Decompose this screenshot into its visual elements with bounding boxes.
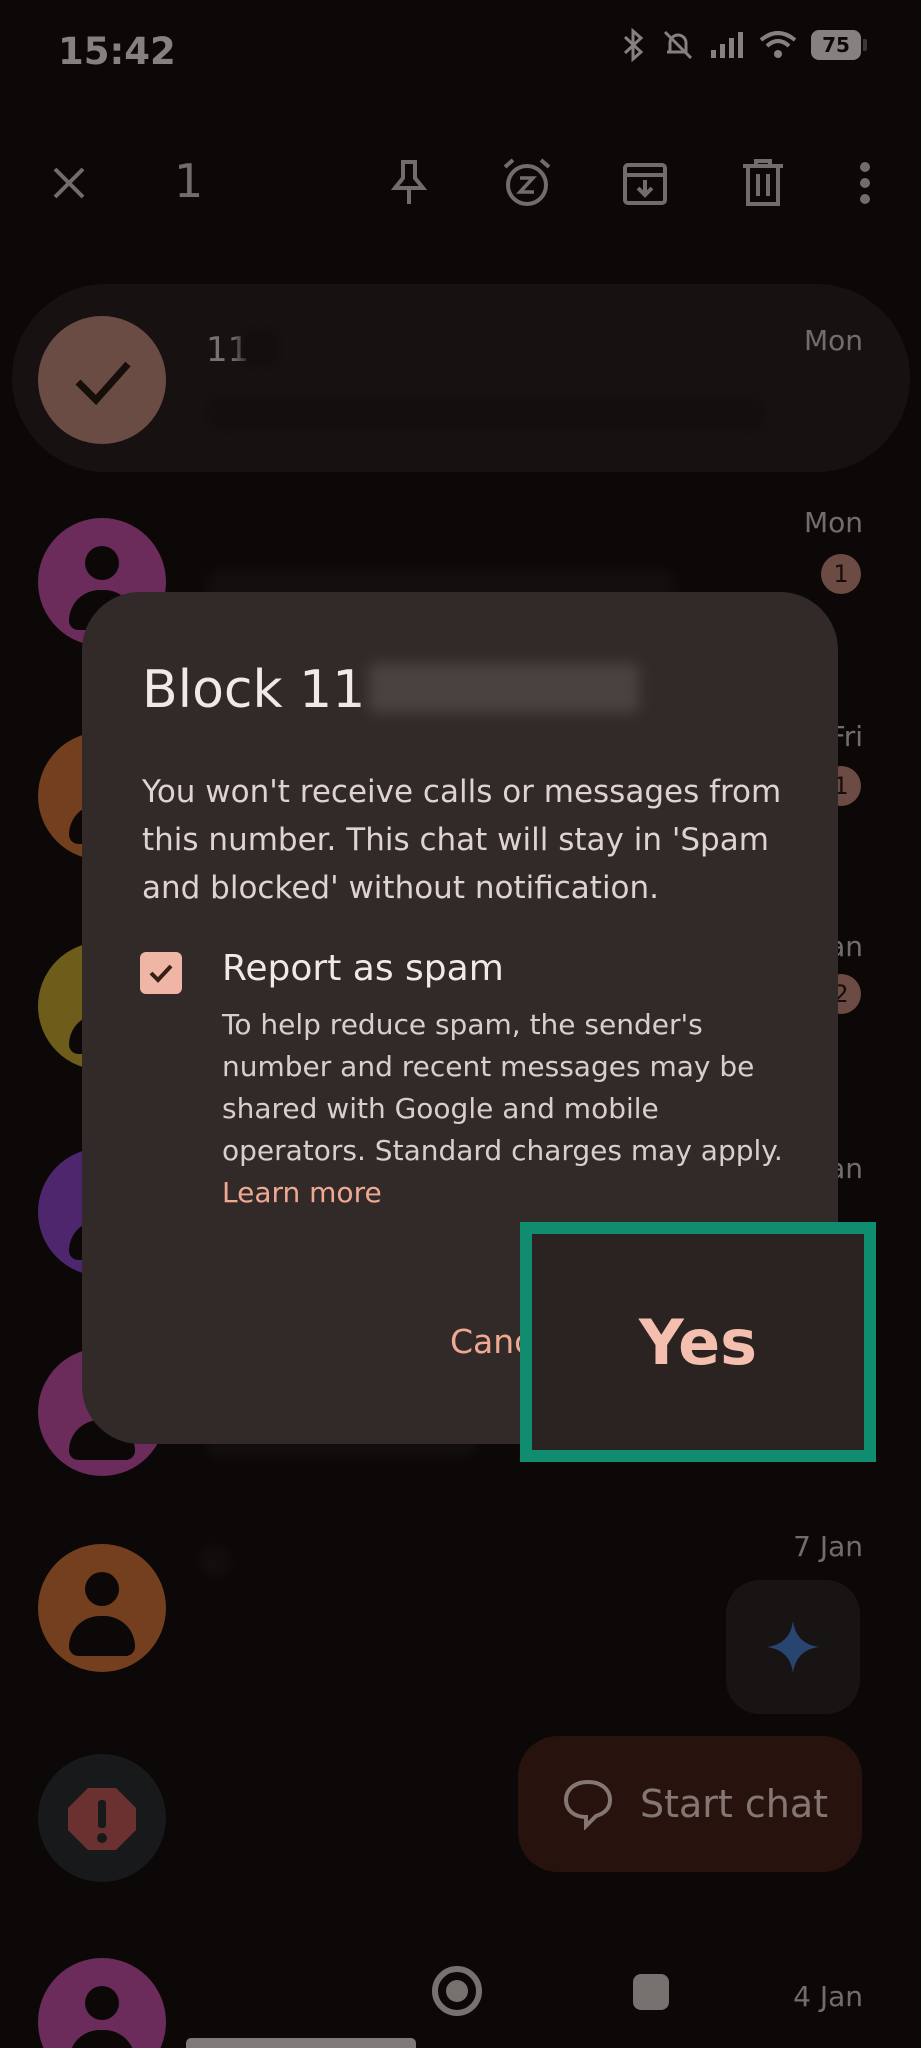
learn-more-link[interactable]: Learn more [222, 1176, 382, 1209]
report-spam-description-text: To help reduce spam, the sender's number… [222, 1008, 783, 1167]
yes-button-label: Yes [638, 1305, 758, 1379]
dialog-title-text: Block 11 [142, 660, 366, 720]
report-spam-checkbox[interactable] [140, 952, 182, 994]
report-spam-description: To help reduce spam, the sender's number… [222, 1004, 792, 1214]
dialog-title: Block 11 [142, 660, 640, 720]
redacted-number [369, 663, 640, 713]
dialog-body: You won't receive calls or messages from… [142, 774, 782, 906]
checkmark-icon [149, 964, 173, 983]
yes-button[interactable]: Yes [520, 1222, 876, 1462]
report-spam-label[interactable]: Report as spam [222, 948, 504, 989]
